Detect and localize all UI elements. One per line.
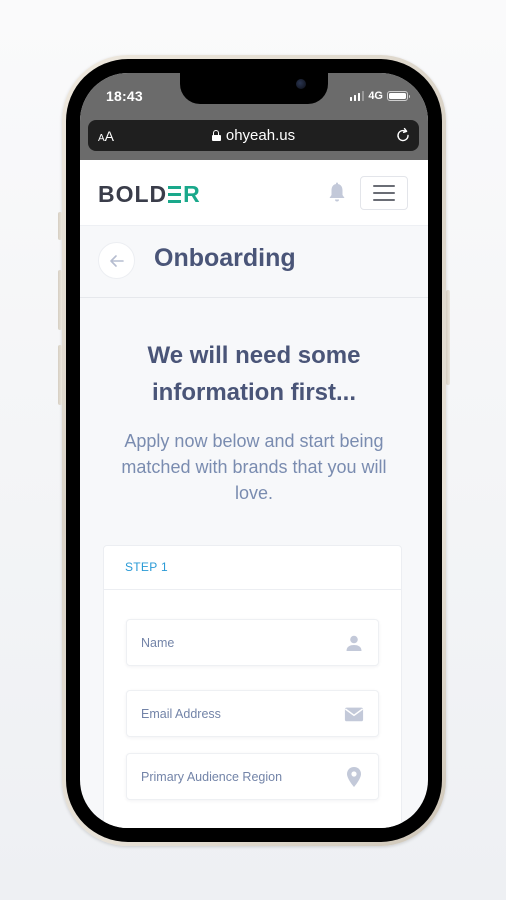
battery-icon	[387, 91, 410, 101]
signal-icon	[349, 91, 365, 101]
email-input[interactable]	[141, 706, 344, 721]
reload-icon[interactable]	[395, 127, 411, 143]
text-size-button[interactable]: AA	[98, 128, 114, 144]
onboarding-form-card: STEP 1	[103, 545, 402, 828]
arrow-left-icon	[109, 254, 124, 267]
side-button-power	[446, 290, 450, 385]
region-input[interactable]	[141, 769, 344, 784]
email-field[interactable]	[126, 690, 379, 737]
intro-heading: We will need some information first...	[147, 342, 361, 406]
user-icon	[344, 633, 364, 653]
camera-icon	[296, 79, 306, 89]
menu-button[interactable]	[360, 176, 408, 210]
logo-text-accent: R	[183, 181, 201, 207]
side-button-silent	[58, 212, 62, 240]
logo-text: BOLD	[98, 181, 168, 207]
map-pin-icon	[344, 766, 364, 787]
region-field[interactable]	[126, 753, 379, 800]
lock-icon	[211, 130, 221, 141]
logo-e-mark	[168, 186, 182, 203]
notch	[180, 73, 328, 104]
side-button-volume-down	[58, 345, 62, 405]
name-input[interactable]	[141, 635, 344, 650]
envelope-icon	[344, 704, 364, 724]
name-field[interactable]	[126, 619, 379, 666]
back-button[interactable]	[98, 242, 135, 279]
logo[interactable]: BOLD R	[98, 181, 201, 208]
page-title: Onboarding	[154, 244, 296, 272]
side-button-volume-up	[58, 270, 62, 330]
step-label: STEP 1	[104, 546, 401, 590]
url-text: ohyeah.us	[225, 127, 296, 144]
phone-screen: 18:43 4G AA ohyeah.us BOLD R Onboarding …	[80, 73, 428, 828]
browser-chrome: 18:43 4G AA ohyeah.us	[80, 73, 428, 160]
network-label: 4G	[368, 90, 383, 102]
bell-icon[interactable]	[327, 182, 347, 204]
page-title-bar: Onboarding	[80, 226, 428, 298]
status-time: 18:43	[106, 88, 143, 104]
app-header: BOLD R	[80, 160, 428, 226]
intro-subtext: Apply now below and start being matched …	[121, 431, 387, 503]
hamburger-icon	[373, 185, 395, 187]
address-bar[interactable]: AA ohyeah.us	[88, 120, 419, 151]
status-icons: 4G	[349, 90, 410, 102]
